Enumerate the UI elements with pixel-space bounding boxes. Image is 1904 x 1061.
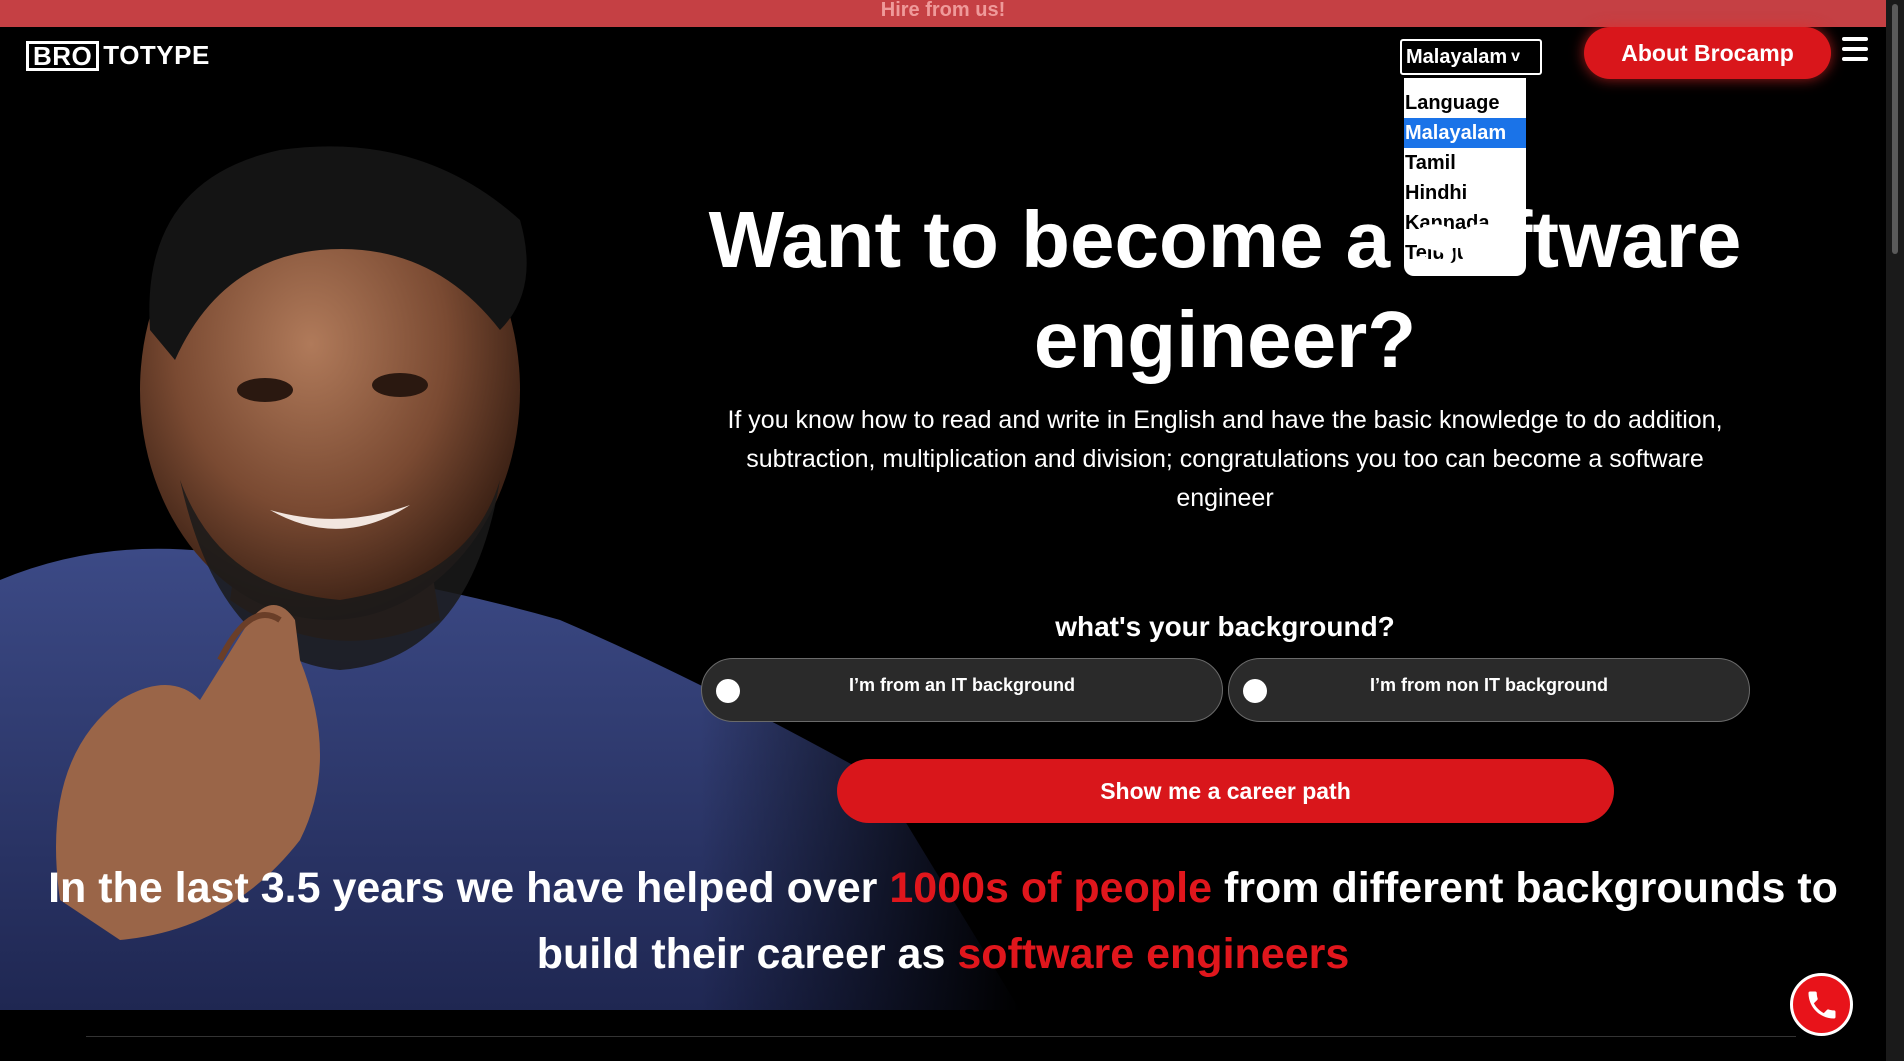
section-divider <box>86 1036 1796 1037</box>
about-brocamp-button[interactable]: About Brocamp <box>1584 27 1831 79</box>
hero-title-line2: engineer? <box>1033 295 1417 384</box>
hero-title-line1: Want to become a software <box>708 195 1742 284</box>
language-option-placeholder[interactable]: Language <box>1404 88 1526 118</box>
language-option-tamil[interactable]: Tamil <box>1404 148 1526 178</box>
language-select[interactable]: Malayalam v <box>1400 39 1542 75</box>
stats-highlight-people: 1000s of people <box>889 864 1212 912</box>
hero-subtitle: If you know how to read and write in Eng… <box>727 406 1723 512</box>
scrollbar-thumb[interactable] <box>1892 4 1898 254</box>
hero-title: Want to become a software engineer? <box>680 190 1770 390</box>
chevron-down-icon: v <box>1511 48 1521 65</box>
show-career-path-button[interactable]: Show me a career path <box>837 759 1614 823</box>
logo-text: TOTYPE <box>103 40 210 70</box>
language-selected-value: Malayalam <box>1406 45 1508 68</box>
it-background-option[interactable]: I’m from an IT background <box>701 658 1223 722</box>
language-option-malayalam[interactable]: Malayalam <box>1404 118 1526 148</box>
hire-from-us-link[interactable]: Hire from us! <box>881 0 1005 21</box>
scrollbar[interactable] <box>1886 0 1904 1061</box>
hire-banner: Hire from us! <box>0 0 1886 27</box>
non-it-background-option[interactable]: I’m from non IT background <box>1228 658 1750 722</box>
background-question: what's your background? <box>1055 611 1395 642</box>
it-background-label: I’m from an IT background <box>848 675 1076 695</box>
phone-icon <box>1808 991 1835 1018</box>
stats-highlight-engineers: software engineers <box>957 930 1350 978</box>
brototype-logo[interactable]: BRO TOTYPE <box>26 40 210 71</box>
stats-statement: In the last 3.5 years we have helped ove… <box>0 855 1886 987</box>
call-button[interactable] <box>1790 973 1853 1036</box>
logo-boxed-text: BRO <box>26 40 100 71</box>
hamburger-icon[interactable] <box>1842 37 1868 61</box>
non-it-background-label: I’m from non IT background <box>1370 675 1608 695</box>
stats-part1: In the last 3.5 years we have helped ove… <box>48 864 890 912</box>
